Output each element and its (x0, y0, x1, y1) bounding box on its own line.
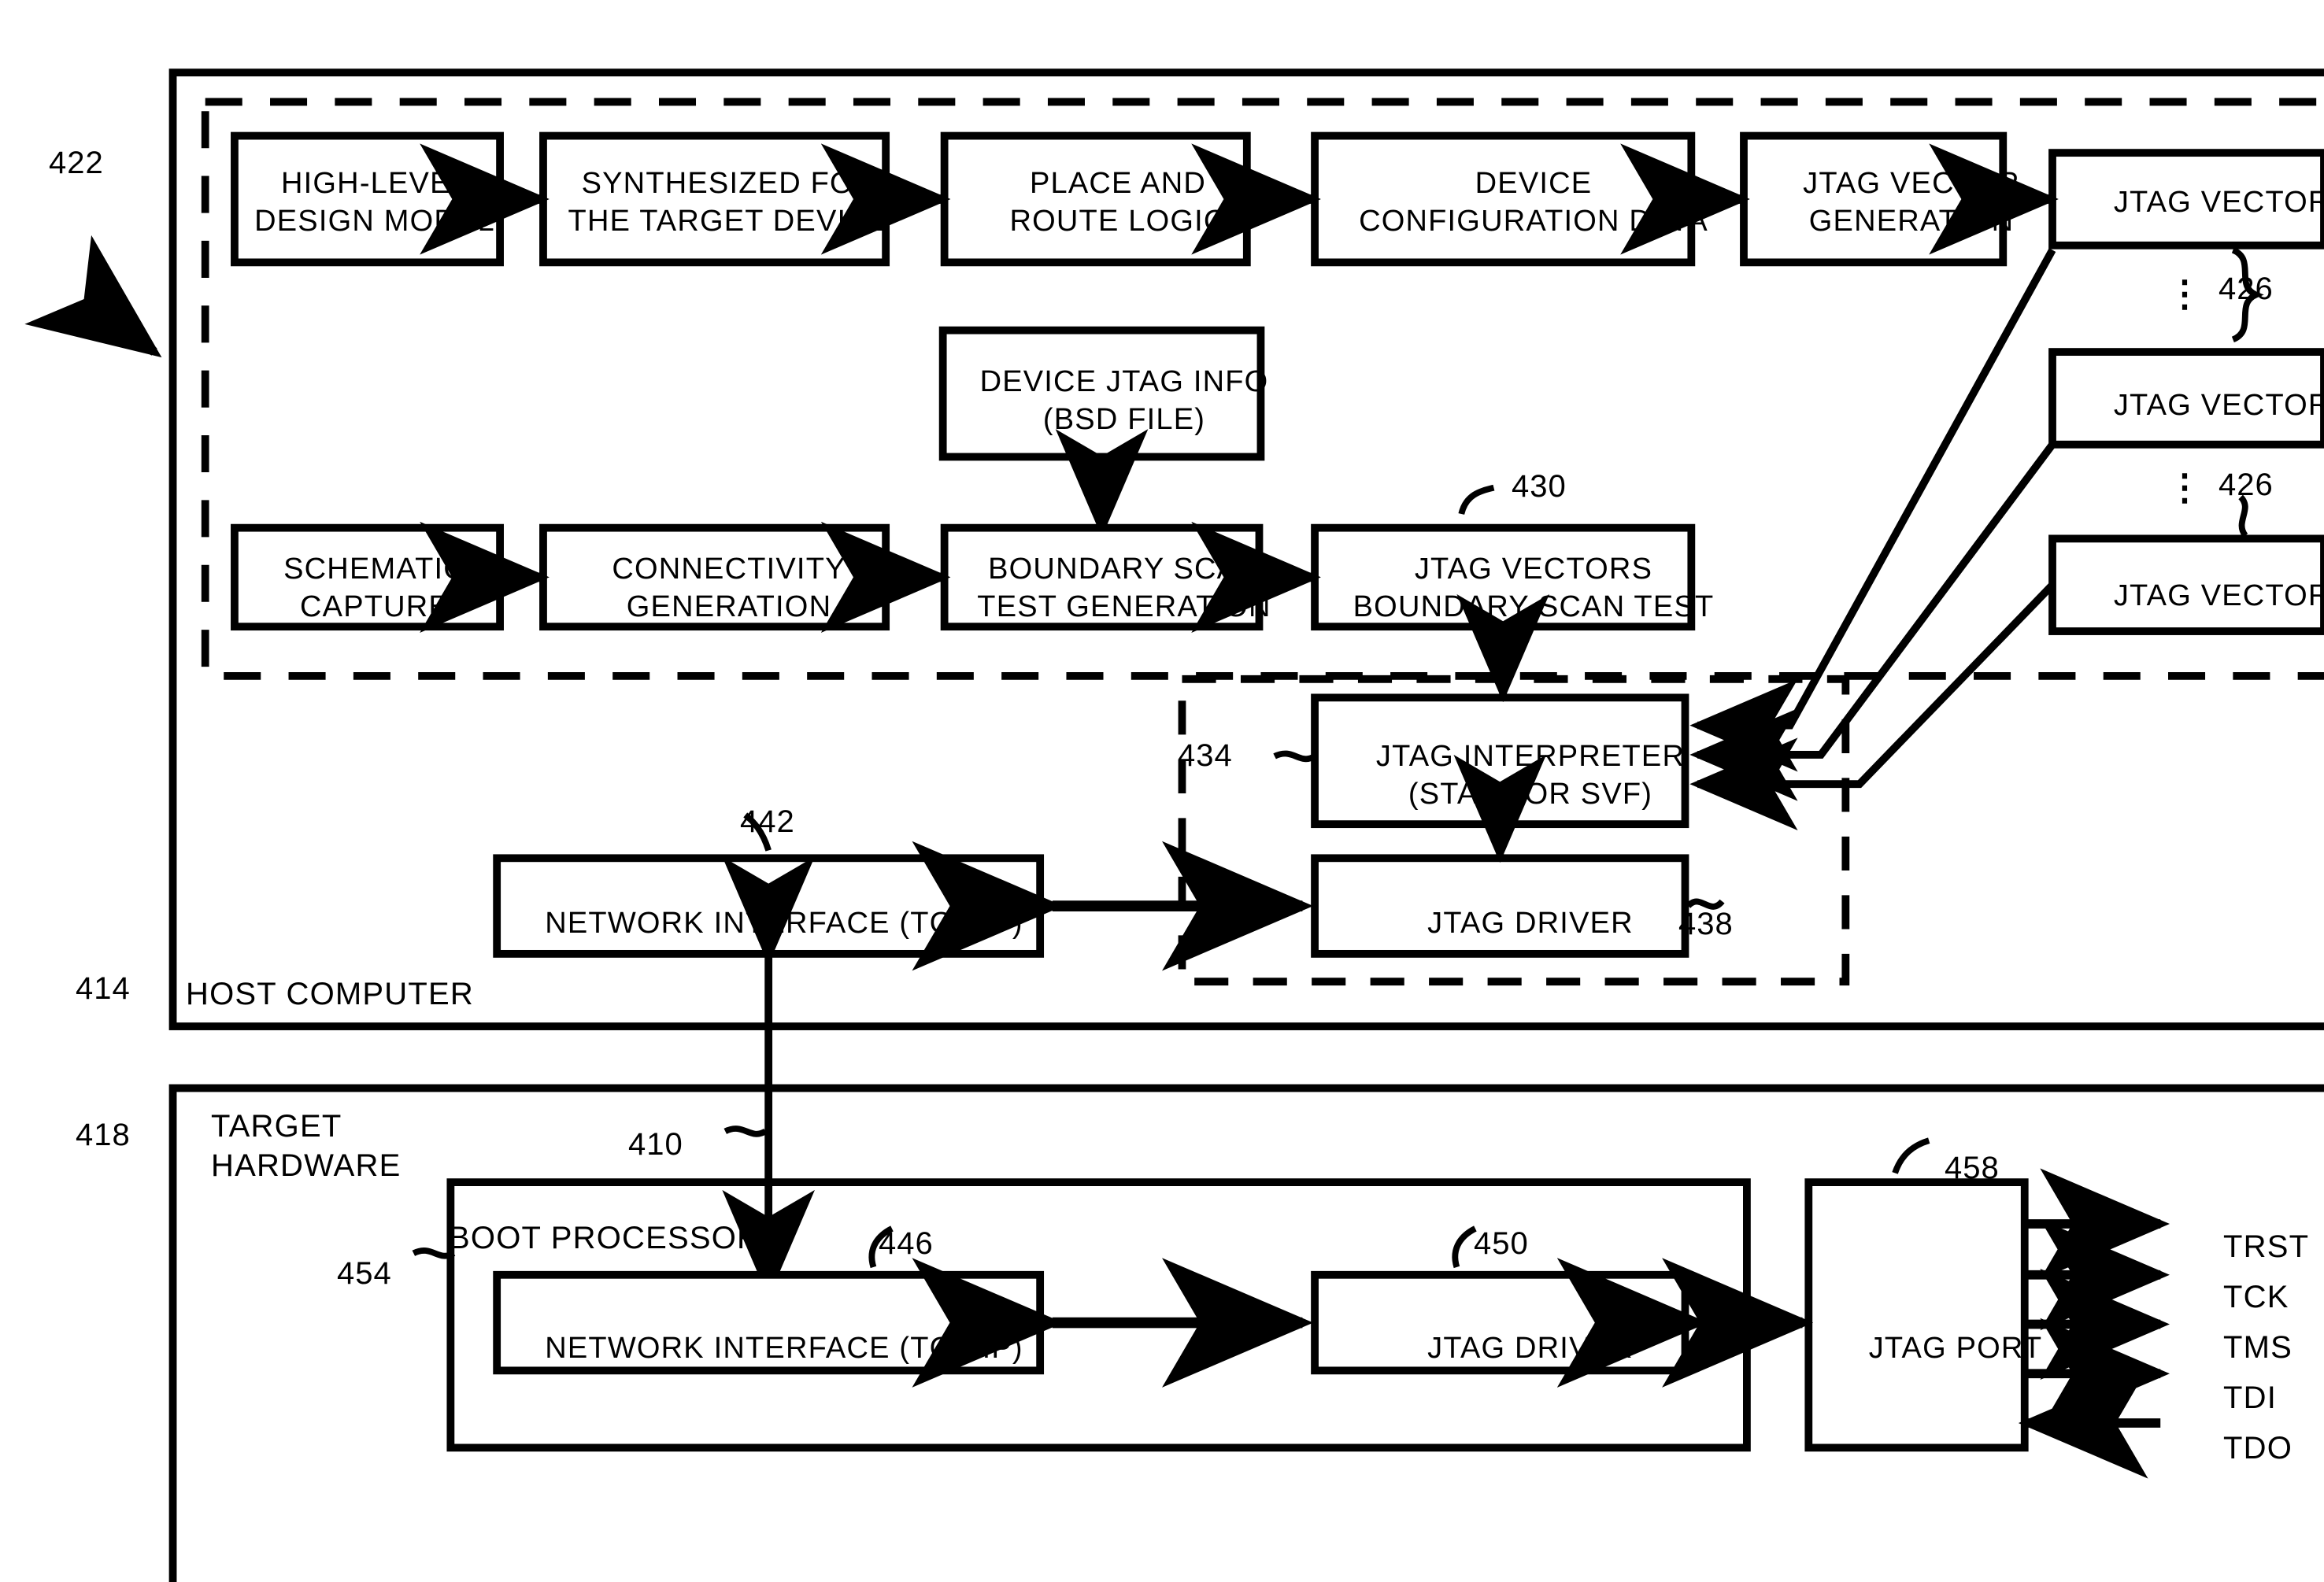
ref-418: 418 (76, 1118, 131, 1152)
box-line: (BSD FILE) (1042, 403, 1206, 436)
ref-450: 450 (1474, 1226, 1529, 1261)
ref-434: 434 (1178, 738, 1233, 773)
target-hardware-label-2: HARDWARE (211, 1148, 402, 1183)
ref-446: 446 (879, 1226, 934, 1261)
box-line: NETWORK INTERFACE (TCP/IP) (545, 907, 1023, 941)
boot-processor-label: BOOT PROCESSOR (449, 1221, 761, 1255)
box-line: GENERATION (626, 590, 832, 623)
box-jtag-vector-generation: JTAG VECTOR GENERATION (1779, 139, 2044, 268)
box-line: DEVICE JTAG INFO (979, 365, 1269, 399)
box-line: BOUNDARY SCAN (988, 553, 1260, 586)
box-line: JTAG VECTORS (2113, 389, 2324, 423)
box-line: ROUTE LOGIC (1009, 205, 1227, 238)
patent-figure: HIGH-LEVEL DESIGN MODEL SYNTHESIZED FOR … (0, 0, 2324, 1582)
box-line: CONNECTIVITY (612, 553, 846, 586)
box-place-and-route-logic: PLACE AND ROUTE LOGIC (964, 139, 1272, 268)
box-line: DEVICE (1475, 167, 1593, 201)
region-label-host-computer: HOST COMPUTER (186, 974, 474, 1014)
box-line: JTAG INTERPRETER (1375, 740, 1686, 774)
box-schematic-capture: SCHEMATIC CAPTURE (239, 538, 510, 639)
box-device-configuration-data: DEVICE CONFIGURATION DATA (1341, 139, 1726, 268)
region-label-target-hardware: TARGET HARDWARE (211, 1107, 401, 1185)
box-boundary-scan-test-generation: BOUNDARY SCAN TEST GENERATION (964, 538, 1285, 639)
box-line: DESIGN MODEL (254, 205, 495, 238)
box-line: CAPTURE (300, 590, 450, 623)
box-line: JTAG DRIVER (1427, 907, 1634, 941)
signal-label-tms: TMS (2223, 1330, 2293, 1365)
signal-label-trst: TRST (2223, 1229, 2310, 1264)
box-line: SCHEMATIC (283, 553, 466, 586)
box-device-jtag-info: DEVICE JTAG INFO (BSD FILE) (962, 337, 1286, 466)
ref-454: 454 (337, 1256, 392, 1291)
ref-458: 458 (1945, 1151, 2000, 1185)
box-line: SYNTHESIZED FOR (581, 167, 877, 201)
box-line: TEST GENERATION (977, 590, 1271, 623)
signal-label-tdo: TDO (2223, 1431, 2293, 1466)
ellipsis-1: ⋮ (2167, 273, 2203, 314)
ref-426-b: 426 (2219, 468, 2274, 502)
ref-442: 442 (740, 804, 795, 839)
ref-414: 414 (76, 971, 131, 1006)
box-jtag-vectors-boundary-scan-test: JTAG VECTORS BOUNDARY SCAN TEST (1341, 538, 1726, 639)
ref-410: 410 (628, 1127, 683, 1162)
target-hardware-label-1: TARGET (211, 1109, 342, 1144)
signal-label-tdi: TDI (2223, 1381, 2278, 1415)
box-host-jtag-driver: JTAG DRIVER (1341, 875, 1719, 973)
box-jtag-vectors-3: JTAG VECTORS (2094, 549, 2324, 644)
box-line: JTAG VECTORS (1414, 553, 1653, 586)
box-line: JTAG VECTORS (2113, 186, 2324, 220)
box-line: JTAG VECTORS (2113, 579, 2324, 613)
box-line: JTAG PORT (1868, 1332, 2043, 1366)
box-line: PLACE AND (1029, 167, 1207, 201)
box-line: HIGH-LEVEL (281, 167, 468, 201)
box-line: BOUNDARY SCAN TEST (1353, 590, 1715, 623)
box-jtag-interpreter: JTAG INTERPRETER (STAPL OR SVF) (1341, 712, 1719, 841)
box-line: THE TARGET DEVICE (568, 205, 890, 238)
host-computer-label: HOST COMPUTER (186, 977, 474, 1011)
ref-422: 422 (49, 146, 104, 180)
box-host-network-interface: NETWORK INTERFACE (TCP/IP) (507, 875, 1061, 973)
box-line: GENERATION (1808, 205, 2015, 238)
box-jtag-vectors-1: JTAG VECTORS (2094, 156, 2324, 250)
box-jtag-port: JTAG PORT (1845, 1300, 2066, 1398)
ellipsis-2: ⋮ (2167, 467, 2203, 508)
box-line: NETWORK INTERFACE (TCP/IP) (545, 1332, 1023, 1366)
box-line: CONFIGURATION DATA (1359, 205, 1708, 238)
box-line: JTAG DRIVER (1427, 1332, 1634, 1366)
box-line: JTAG VECTOR (1803, 167, 2020, 201)
ref-426-a: 426 (2219, 272, 2274, 306)
box-line: (STAPL OR SVF) (1408, 778, 1653, 811)
box-target-jtag-driver: JTAG DRIVER (1341, 1300, 1719, 1398)
ref-430: 430 (1512, 469, 1567, 504)
ref-438: 438 (1678, 907, 1734, 941)
box-jtag-vectors-2: JTAG VECTORS (2094, 359, 2324, 453)
box-high-level-design-model: HIGH-LEVEL DESIGN MODEL (239, 139, 510, 268)
signal-label-tck: TCK (2223, 1280, 2289, 1314)
box-target-network-interface: NETWORK INTERFACE (TCP/IP) (507, 1300, 1061, 1398)
box-connectivity-generation: CONNECTIVITY GENERATION (554, 538, 904, 639)
region-label-boot-processor: BOOT PROCESSOR (449, 1218, 760, 1258)
box-synthesized-for-target-device: SYNTHESIZED FOR THE TARGET DEVICE (554, 139, 904, 268)
